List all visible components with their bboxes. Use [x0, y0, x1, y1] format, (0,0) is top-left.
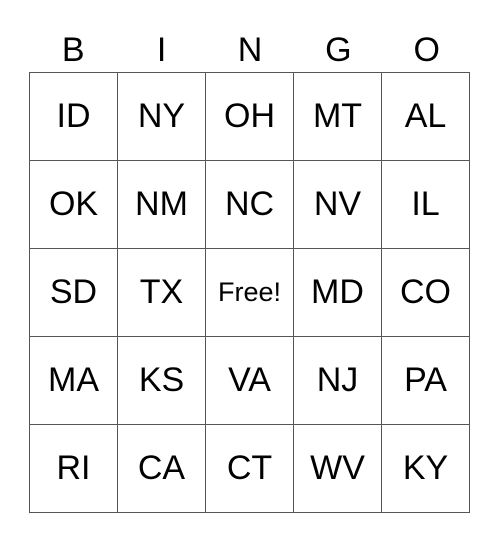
- bingo-cell[interactable]: OK: [29, 160, 118, 249]
- grid-row: MA KS VA NJ PA: [29, 336, 470, 425]
- bingo-cell[interactable]: CA: [117, 424, 206, 513]
- bingo-header: B I N G O: [29, 28, 471, 72]
- bingo-cell[interactable]: AL: [381, 72, 470, 161]
- bingo-cell[interactable]: MT: [293, 72, 382, 161]
- bingo-cell[interactable]: MA: [29, 336, 118, 425]
- bingo-cell[interactable]: VA: [205, 336, 294, 425]
- header-letter: I: [156, 31, 167, 69]
- header-letter: N: [237, 31, 263, 69]
- bingo-cell[interactable]: IL: [381, 160, 470, 249]
- header-letter: G: [325, 31, 352, 69]
- bingo-cell[interactable]: PA: [381, 336, 470, 425]
- bingo-cell[interactable]: SD: [29, 248, 118, 337]
- header-letter: O: [413, 31, 440, 69]
- bingo-cell[interactable]: CO: [381, 248, 470, 337]
- grid-row: OK NM NC NV IL: [29, 160, 470, 249]
- bingo-cell[interactable]: RI: [29, 424, 118, 513]
- bingo-grid: ID NY OH MT AL OK NM NC NV IL SD TX Free! MD CO MA KS VA N…: [29, 72, 470, 513]
- grid-row: ID NY OH MT AL: [29, 72, 470, 161]
- bingo-cell[interactable]: NY: [117, 72, 206, 161]
- free-space-cell[interactable]: Free!: [205, 248, 294, 337]
- grid-row: SD TX Free! MD CO: [29, 248, 470, 337]
- bingo-cell[interactable]: NJ: [293, 336, 382, 425]
- bingo-cell[interactable]: MD: [293, 248, 382, 337]
- bingo-cell[interactable]: TX: [117, 248, 206, 337]
- bingo-cell[interactable]: WV: [293, 424, 382, 513]
- bingo-cell[interactable]: CT: [205, 424, 294, 513]
- bingo-cell[interactable]: ID: [29, 72, 118, 161]
- bingo-cell[interactable]: NV: [293, 160, 382, 249]
- bingo-cell[interactable]: OH: [205, 72, 294, 161]
- bingo-cell[interactable]: NC: [205, 160, 294, 249]
- bingo-cell[interactable]: KY: [381, 424, 470, 513]
- grid-row: RI CA CT WV KY: [29, 424, 470, 513]
- header-letter: B: [61, 31, 85, 69]
- bingo-cell[interactable]: NM: [117, 160, 206, 249]
- bingo-cell[interactable]: KS: [117, 336, 206, 425]
